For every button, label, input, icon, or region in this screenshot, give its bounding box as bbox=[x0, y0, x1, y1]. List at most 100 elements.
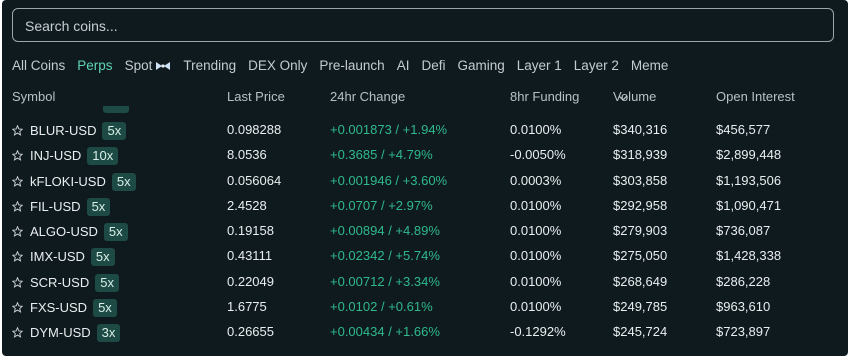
last-price-cell: 8.0536 bbox=[227, 147, 267, 163]
column-header-symbol[interactable]: Symbol bbox=[12, 89, 55, 104]
symbol-name: DYM-USD bbox=[30, 325, 91, 341]
open-interest-cell: $456,577 bbox=[716, 122, 771, 137]
symbol-cell: IMX-USD 5x bbox=[30, 248, 115, 267]
coin-list-panel: All Coins Perps Spot Trending DEX Only P… bbox=[2, 0, 848, 356]
symbol-name: ALGO-USD bbox=[30, 224, 98, 240]
search-box[interactable] bbox=[12, 8, 834, 43]
column-header-volume[interactable]: Volume bbox=[613, 89, 656, 104]
table-row[interactable]: IMX-USD 5x 0.43111 +0.02342 / +5.74% 0.01… bbox=[2, 244, 848, 269]
table-row[interactable]: FIL-USD 5x 2.4528 +0.0707 / +2.97% 0.0100… bbox=[2, 194, 848, 219]
funding-8h-cell: 0.0100% bbox=[510, 273, 562, 289]
leverage-badge: 3x bbox=[96, 324, 121, 343]
symbol-name: FIL-USD bbox=[30, 198, 81, 214]
leverage-badge: 5x bbox=[95, 273, 119, 292]
symbol-cell: BLUR-USD 5x bbox=[30, 122, 127, 140]
funding-8h-cell: 0.0100% bbox=[510, 197, 562, 213]
last-price-cell: 0.098288 bbox=[227, 122, 282, 137]
volume-cell: $318,939 bbox=[613, 147, 668, 163]
column-header-last-price[interactable]: Last Price bbox=[227, 89, 285, 104]
symbol-name: FXS-USD bbox=[30, 300, 88, 316]
leverage-badge: 5x bbox=[103, 223, 128, 242]
change-24h-cell: +0.0102 / +0.61% bbox=[330, 299, 433, 315]
change-24h-cell: +0.001873 / +1.94% bbox=[330, 122, 448, 137]
symbol-name: kFLOKI-USD bbox=[30, 173, 106, 189]
column-header-volume-label: Volume bbox=[613, 89, 657, 104]
leverage-badge: 5x bbox=[93, 299, 117, 318]
last-price-cell: 0.26655 bbox=[227, 324, 274, 340]
star-icon[interactable] bbox=[12, 200, 23, 212]
open-interest-cell: $963,610 bbox=[716, 299, 771, 315]
open-interest-cell: $723,897 bbox=[716, 324, 771, 340]
star-icon[interactable] bbox=[12, 327, 23, 339]
last-price-cell: 0.19158 bbox=[227, 223, 274, 239]
table-row[interactable]: BLUR-USD 5x 0.098288 +0.001873 / +1.94% 0… bbox=[2, 118, 848, 143]
tab-defi[interactable]: Defi bbox=[421, 58, 445, 73]
last-price-cell: 0.43111 bbox=[227, 248, 273, 264]
funding-8h-cell: 0.0100% bbox=[510, 223, 562, 239]
change-24h-cell: +0.00712 / +3.34% bbox=[330, 273, 440, 289]
star-icon[interactable] bbox=[12, 276, 23, 288]
tab-layer-1[interactable]: Layer 1 bbox=[517, 58, 562, 73]
open-interest-cell: $736,087 bbox=[716, 223, 771, 239]
last-price-cell: 2.4528 bbox=[227, 197, 267, 213]
table-row[interactable]: FXS-USD 5x 1.6775 +0.0102 / +0.61% 0.0100… bbox=[2, 295, 848, 320]
star-icon[interactable] bbox=[12, 302, 23, 313]
symbol-cell: FIL-USD 5x bbox=[30, 197, 111, 216]
funding-8h-cell: 0.0100% bbox=[510, 248, 562, 264]
funding-8h-cell: -0.0050% bbox=[510, 147, 566, 163]
category-tabs: All Coins Perps Spot Trending DEX Only P… bbox=[12, 55, 680, 75]
symbol-cell: ALGO-USD 5x bbox=[30, 223, 128, 242]
column-header-open-interest[interactable]: Open Interest bbox=[716, 89, 795, 104]
tab-layer-2[interactable]: Layer 2 bbox=[574, 58, 619, 73]
symbol-cell: INJ-USD 10x bbox=[30, 147, 119, 166]
star-icon[interactable] bbox=[12, 251, 23, 263]
funding-8h-cell: 0.0003% bbox=[510, 172, 562, 188]
tab-spot[interactable]: Spot bbox=[125, 58, 172, 73]
search-input[interactable] bbox=[23, 9, 827, 43]
tab-dex-only[interactable]: DEX Only bbox=[248, 58, 307, 73]
change-24h-cell: +0.3685 / +4.79% bbox=[330, 147, 433, 163]
funding-8h-cell: 0.0100% bbox=[510, 122, 562, 137]
change-24h-cell: +0.001946 / +3.60% bbox=[330, 172, 448, 188]
table-row[interactable]: SCR-USD 5x 0.22049 +0.00712 / +3.34% 0.01… bbox=[2, 270, 848, 295]
leverage-badge: 5x bbox=[111, 172, 136, 191]
change-24h-cell: +0.00434 / +1.66% bbox=[330, 324, 440, 340]
leverage-badge: 5x bbox=[86, 197, 111, 216]
tab-pre-launch[interactable]: Pre-launch bbox=[319, 58, 384, 73]
volume-cell: $249,785 bbox=[613, 299, 668, 315]
volume-cell: $303,858 bbox=[613, 172, 668, 188]
funding-8h-cell: -0.1292% bbox=[510, 324, 566, 340]
symbol-name: SCR-USD bbox=[30, 274, 90, 290]
change-24h-cell: +0.00894 / +4.89% bbox=[330, 223, 440, 239]
table-row[interactable]: ALGO-USD 5x 0.19158 +0.00894 / +4.89% 0.0… bbox=[2, 219, 848, 244]
symbol-name: BLUR-USD bbox=[30, 123, 97, 138]
symbol-cell: DYM-USD 3x bbox=[30, 324, 121, 343]
table-row[interactable]: DYM-USD 3x 0.26655 +0.00434 / +1.66% -0.1… bbox=[2, 320, 848, 345]
star-icon[interactable] bbox=[12, 125, 23, 136]
table-row[interactable]: kFLOKI-USD 5x 0.056064 +0.001946 / +3.60%… bbox=[2, 169, 848, 194]
open-interest-cell: $286,228 bbox=[716, 273, 771, 289]
volume-cell: $268,649 bbox=[613, 273, 668, 289]
tab-meme[interactable]: Meme bbox=[631, 58, 669, 73]
volume-cell: $340,316 bbox=[613, 122, 668, 137]
volume-cell: $279,903 bbox=[613, 223, 668, 239]
last-price-cell: 0.22049 bbox=[227, 273, 274, 289]
last-price-cell: 0.056064 bbox=[227, 172, 282, 188]
symbol-cell: SCR-USD 5x bbox=[30, 273, 119, 292]
column-header-24hr-change[interactable]: 24hr Change bbox=[330, 89, 405, 104]
star-icon[interactable] bbox=[12, 175, 23, 187]
column-header-8hr-funding[interactable]: 8hr Funding bbox=[510, 89, 579, 104]
volume-cell: $245,724 bbox=[613, 324, 668, 340]
tab-perps[interactable]: Perps bbox=[77, 58, 112, 73]
scrolled-row-badge-edge bbox=[103, 106, 129, 113]
star-icon[interactable] bbox=[12, 150, 23, 162]
table-row[interactable]: INJ-USD 10x 8.0536 +0.3685 / +4.79% -0.00… bbox=[2, 143, 848, 168]
tab-all-coins[interactable]: All Coins bbox=[12, 58, 65, 73]
tab-ai[interactable]: AI bbox=[397, 58, 410, 73]
tab-gaming[interactable]: Gaming bbox=[457, 58, 504, 73]
symbol-name: INJ-USD bbox=[30, 148, 82, 164]
open-interest-cell: $1,193,506 bbox=[716, 172, 782, 188]
star-icon[interactable] bbox=[12, 226, 23, 238]
coin-table-body: BLUR-USD 5x 0.098288 +0.001873 / +1.94% 0… bbox=[2, 118, 848, 346]
tab-trending[interactable]: Trending bbox=[183, 58, 236, 73]
